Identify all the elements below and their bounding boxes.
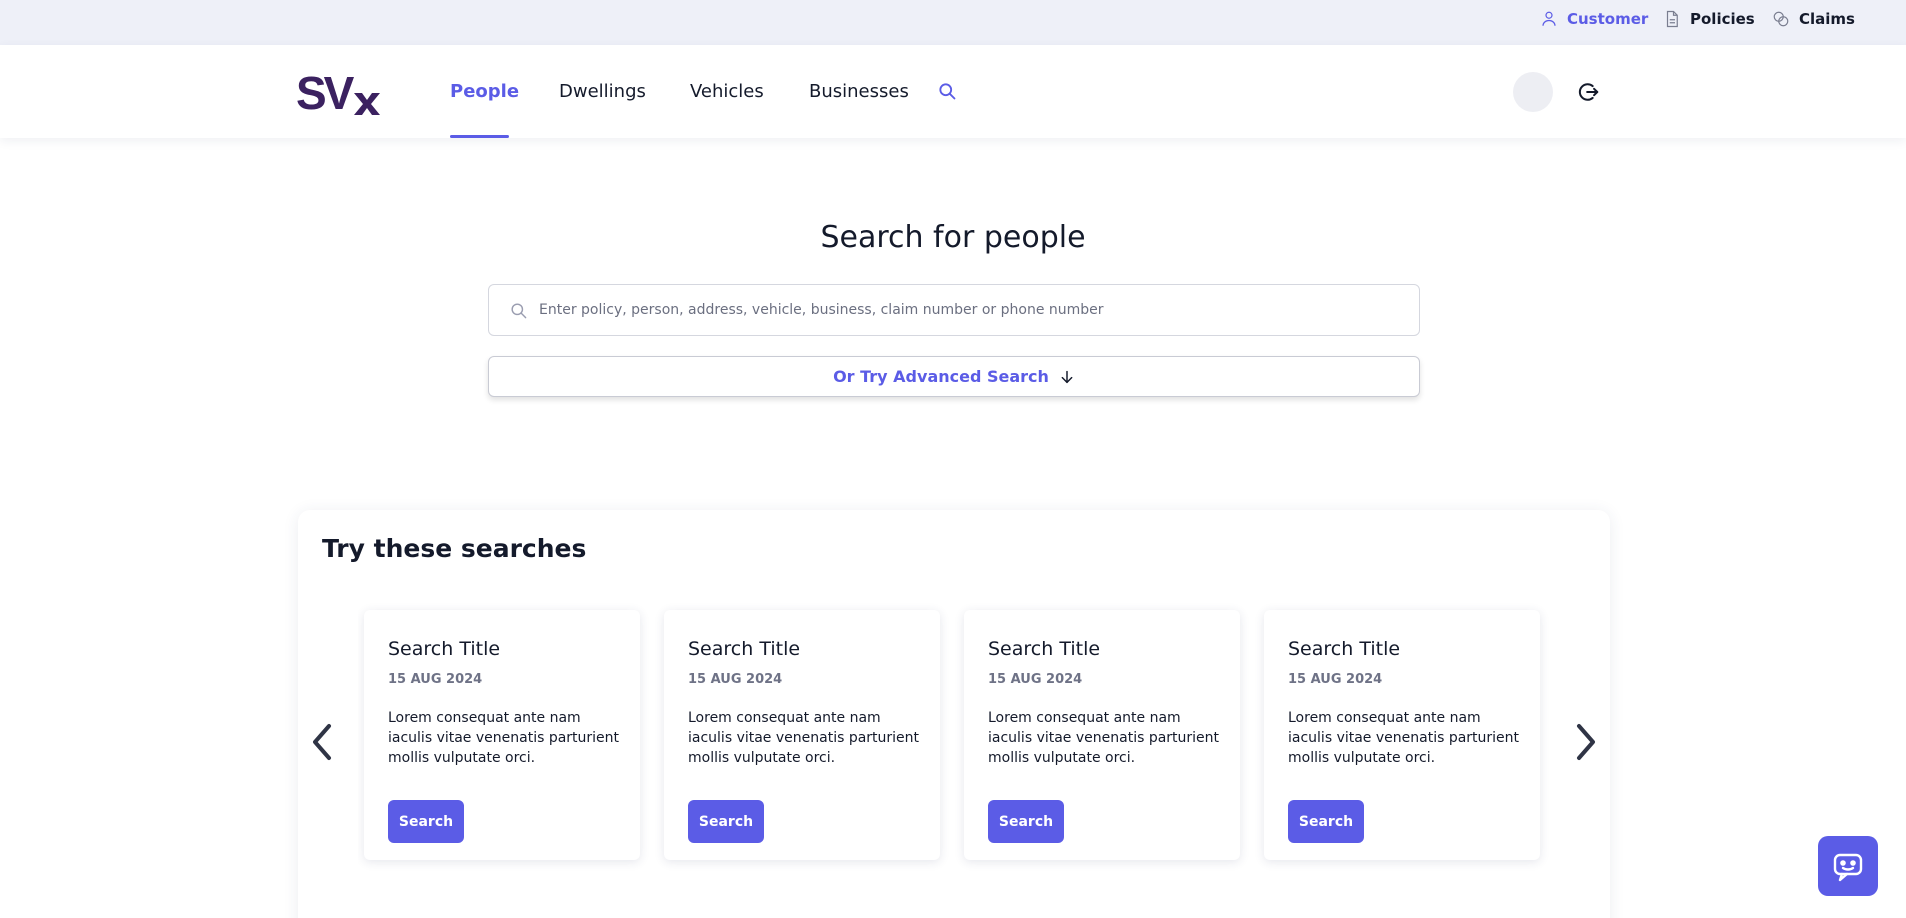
card-description: Lorem consequat ante nam iaculis vitae v… — [988, 710, 1220, 766]
svg-text:SV: SV — [296, 69, 355, 115]
nav-vehicles[interactable]: Vehicles — [690, 45, 764, 138]
page-title: Search for people — [820, 220, 1086, 255]
avatar[interactable] — [1513, 72, 1553, 112]
suggested-searches-panel: Try these searches Search Title 15 AUG 2… — [298, 510, 1610, 918]
card-description: Lorem consequat ante nam iaculis vitae v… — [688, 710, 920, 766]
nav-businesses[interactable]: Businesses — [809, 45, 909, 138]
chevron-right-icon[interactable] — [1571, 720, 1601, 764]
main-header: SV People Dwellings Vehicles Businesses — [0, 45, 1906, 138]
chat-button[interactable] — [1818, 836, 1878, 896]
card-date: 15 AUG 2024 — [988, 672, 1083, 687]
utility-bar: Customer Policies Claims — [0, 0, 1906, 45]
card-title: Search Title — [688, 638, 801, 660]
search-card: Search Title 15 AUG 2024 Lorem consequat… — [364, 610, 640, 860]
user-icon — [1542, 11, 1556, 26]
util-item-label: Claims — [1799, 10, 1855, 28]
nav-dwellings[interactable]: Dwellings — [559, 45, 646, 138]
chevron-left-icon[interactable] — [307, 720, 337, 764]
panel-title: Try these searches — [322, 534, 587, 563]
util-item-label: Policies — [1690, 10, 1755, 28]
util-item-claims[interactable]: Claims — [1772, 0, 1855, 38]
card-search-button[interactable]: Search — [988, 800, 1064, 843]
search-field[interactable] — [488, 284, 1420, 336]
arrow-down-icon — [1061, 370, 1073, 383]
card-search-button[interactable]: Search — [1288, 800, 1364, 843]
util-item-label: Customer — [1567, 10, 1649, 28]
search-icon[interactable] — [937, 81, 957, 101]
card-search-button[interactable]: Search — [688, 800, 764, 843]
document-icon — [1666, 10, 1678, 28]
search-input[interactable] — [539, 293, 1399, 327]
chatbot-icon — [1833, 853, 1863, 882]
nav-people[interactable]: People — [450, 45, 519, 138]
search-card: Search Title 15 AUG 2024 Lorem consequat… — [664, 610, 940, 860]
card-description: Lorem consequat ante nam iaculis vitae v… — [1288, 710, 1520, 766]
search-card: Search Title 15 AUG 2024 Lorem consequat… — [964, 610, 1240, 860]
util-item-policies[interactable]: Policies — [1663, 0, 1755, 38]
card-title: Search Title — [388, 638, 501, 660]
card-date: 15 AUG 2024 — [388, 672, 483, 687]
search-icon — [511, 303, 527, 319]
card-date: 15 AUG 2024 — [688, 672, 783, 687]
carousel: Search Title 15 AUG 2024 Lorem consequat… — [358, 590, 1564, 910]
card-title: Search Title — [1288, 638, 1401, 660]
nav-active-indicator — [450, 135, 509, 138]
search-card: Search Title 15 AUG 2024 Lorem consequat… — [1264, 610, 1540, 860]
card-title: Search Title — [988, 638, 1101, 660]
advanced-search-label: Or Try Advanced Search — [833, 367, 1049, 386]
company-logo[interactable]: SV — [296, 69, 380, 115]
card-search-button[interactable]: Search — [388, 800, 464, 843]
coins-icon — [1773, 11, 1789, 27]
advanced-search-button[interactable]: Or Try Advanced Search — [488, 356, 1420, 397]
logout-icon[interactable] — [1578, 81, 1600, 103]
card-date: 15 AUG 2024 — [1288, 672, 1383, 687]
util-item-customer[interactable]: Customer — [1540, 0, 1648, 38]
card-description: Lorem consequat ante nam iaculis vitae v… — [388, 710, 620, 766]
